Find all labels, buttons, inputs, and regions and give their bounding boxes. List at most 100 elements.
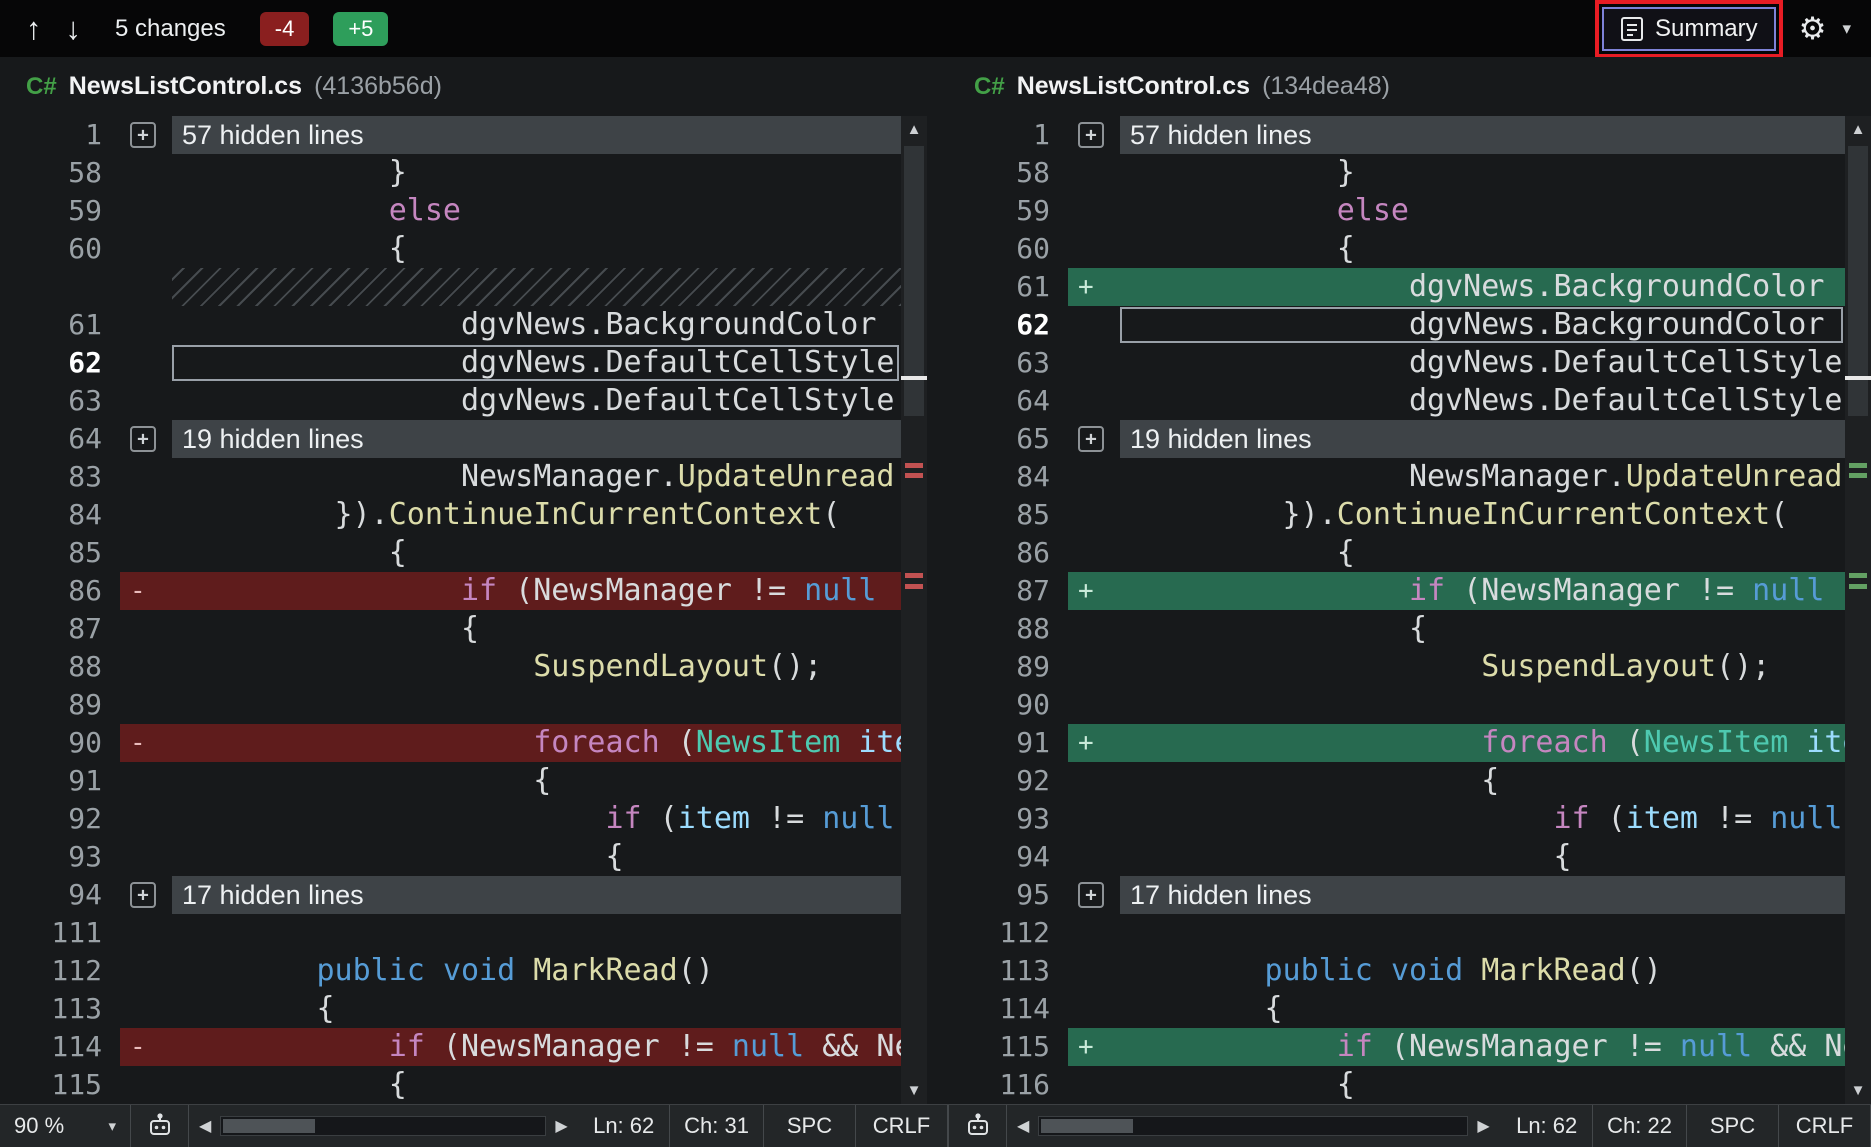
scroll-up-icon[interactable]: ▲	[901, 121, 927, 138]
code-text: {	[172, 990, 901, 1028]
hidden-lines-row[interactable]: 1+57 hidden lines	[948, 116, 1845, 154]
code-line[interactable]: 114 {	[948, 990, 1845, 1028]
code-line[interactable]: 89	[0, 686, 901, 724]
code-line[interactable]: 58 }	[948, 154, 1845, 192]
right-editor[interactable]: 1+57 hidden lines58 }59 else60 {61+ dgvN…	[948, 116, 1871, 1104]
code-line[interactable]: 85 }).ContinueInCurrentContext(	[948, 496, 1845, 534]
code-line[interactable]: 113 {	[0, 990, 901, 1028]
code-line[interactable]: 84 }).ContinueInCurrentContext(	[0, 496, 901, 534]
code-line[interactable]: 91 {	[0, 762, 901, 800]
hidden-lines-row[interactable]: 95+17 hidden lines	[948, 876, 1845, 914]
robot-icon	[147, 1113, 173, 1139]
diff-spacer-row[interactable]	[0, 268, 901, 306]
code-line[interactable]: 86- if (NewsManager != null	[0, 572, 901, 610]
whitespace-mode-indicator[interactable]: SPC	[764, 1105, 856, 1147]
line-number: 84	[0, 496, 120, 534]
code-line[interactable]: 86 {	[948, 534, 1845, 572]
code-line[interactable]: 59 else	[0, 192, 901, 230]
expand-fold-icon[interactable]: +	[1078, 426, 1104, 452]
hscrollbar-thumb[interactable]	[1041, 1119, 1133, 1133]
hscroll-right-icon[interactable]: ▶	[555, 1116, 567, 1136]
code-line[interactable]: 93 if (item != null	[948, 800, 1845, 838]
code-line[interactable]: 61+ dgvNews.BackgroundColor	[948, 268, 1845, 306]
code-line[interactable]: 91+ foreach (NewsItem item	[948, 724, 1845, 762]
code-line[interactable]: 89 SuspendLayout();	[948, 648, 1845, 686]
hidden-lines-row[interactable]: 94+17 hidden lines	[0, 876, 901, 914]
hscroll-left-icon[interactable]: ◀	[1017, 1116, 1029, 1136]
copilot-button[interactable]	[949, 1105, 1007, 1147]
hscroll-right-icon[interactable]: ▶	[1477, 1116, 1489, 1136]
expand-fold-icon[interactable]: +	[130, 426, 156, 452]
code-line[interactable]: 94 {	[948, 838, 1845, 876]
expand-fold-icon[interactable]: +	[130, 882, 156, 908]
code-line[interactable]: 92 if (item != null	[0, 800, 901, 838]
expand-fold-icon[interactable]: +	[1078, 122, 1104, 148]
code-text: {	[1120, 990, 1845, 1028]
hidden-lines-row[interactable]: 65+19 hidden lines	[948, 420, 1845, 458]
eol-mode-indicator[interactable]: CRLF	[856, 1105, 948, 1147]
code-line[interactable]: 87 {	[0, 610, 901, 648]
code-line[interactable]: 114- if (NewsManager != null && New	[0, 1028, 901, 1066]
code-line[interactable]: 60 {	[948, 230, 1845, 268]
code-line[interactable]: 115+ if (NewsManager != null && New	[948, 1028, 1845, 1066]
left-editor[interactable]: 1+57 hidden lines58 }59 else60 { 61 dgvNe…	[0, 116, 948, 1104]
line-number: 92	[948, 762, 1068, 800]
scroll-up-icon[interactable]: ▲	[1845, 121, 1871, 138]
code-text: {	[172, 762, 901, 800]
code-line[interactable]: 59 else	[948, 192, 1845, 230]
left-status-section: 90 % ▾ ◀ ▶ Ln: 62 Ch: 31 SPC CRLF	[0, 1105, 948, 1147]
horizontal-scrollbar[interactable]	[220, 1116, 546, 1136]
hscroll-left-icon[interactable]: ◀	[199, 1116, 211, 1136]
code-line[interactable]: 62 dgvNews.DefaultCellStyle	[0, 344, 901, 382]
scroll-down-icon[interactable]: ▼	[1845, 1082, 1871, 1099]
horizontal-scrollbar[interactable]	[1038, 1116, 1468, 1136]
fold-gutter	[1068, 800, 1120, 838]
code-line[interactable]: 90- foreach (NewsItem item	[0, 724, 901, 762]
vertical-scrollbar[interactable]: ▲ ▼	[1845, 116, 1871, 1104]
code-line[interactable]: 92 {	[948, 762, 1845, 800]
code-line[interactable]: 85 {	[0, 534, 901, 572]
scroll-down-icon[interactable]: ▼	[901, 1082, 927, 1099]
code-line[interactable]: 88 {	[948, 610, 1845, 648]
code-text: public void MarkRead()	[172, 952, 901, 990]
code-line[interactable]: 112	[948, 914, 1845, 952]
code-line[interactable]: 84 NewsManager.UpdateUnread	[948, 458, 1845, 496]
code-line[interactable]: 63 dgvNews.DefaultCellStyle	[0, 382, 901, 420]
code-line[interactable]: 87+ if (NewsManager != null	[948, 572, 1845, 610]
code-line[interactable]: 93 {	[0, 838, 901, 876]
code-line[interactable]: 61 dgvNews.BackgroundColor	[0, 306, 901, 344]
expand-fold-icon[interactable]: +	[130, 122, 156, 148]
code-line[interactable]: 90	[948, 686, 1845, 724]
code-line[interactable]: 62 dgvNews.BackgroundColor	[948, 306, 1845, 344]
code-line[interactable]: 111	[0, 914, 901, 952]
line-number: 89	[948, 648, 1068, 686]
code-line[interactable]: 88 SuspendLayout();	[0, 648, 901, 686]
code-line[interactable]: 58 }	[0, 154, 901, 192]
code-text: if (NewsManager != null && New	[172, 1028, 901, 1066]
diff-marker: +	[1068, 724, 1120, 762]
code-line[interactable]: 60 {	[0, 230, 901, 268]
code-line[interactable]: 83 NewsManager.UpdateUnread	[0, 458, 901, 496]
settings-gear-icon[interactable]: ⚙	[1799, 13, 1827, 44]
summary-button[interactable]: Summary	[1602, 7, 1776, 51]
code-line[interactable]: 116 {	[948, 1066, 1845, 1104]
hidden-lines-row[interactable]: 1+57 hidden lines	[0, 116, 901, 154]
code-line[interactable]: 113 public void MarkRead()	[948, 952, 1845, 990]
zoom-selector[interactable]: 90 % ▾	[0, 1105, 131, 1147]
line-number: 93	[0, 838, 120, 876]
copilot-button[interactable]	[131, 1105, 189, 1147]
next-change-button[interactable]: ↓	[66, 11, 82, 47]
code-line[interactable]: 115 {	[0, 1066, 901, 1104]
settings-dropdown-caret-icon[interactable]: ▾	[1842, 19, 1851, 39]
eol-mode-indicator[interactable]: CRLF	[1779, 1105, 1871, 1147]
hidden-lines-row[interactable]: 64+19 hidden lines	[0, 420, 901, 458]
code-line[interactable]: 112 public void MarkRead()	[0, 952, 901, 990]
hscrollbar-thumb[interactable]	[223, 1119, 315, 1133]
overview-ruler-cursor-mark	[1845, 376, 1871, 380]
vertical-scrollbar[interactable]: ▲ ▼	[901, 116, 927, 1104]
previous-change-button[interactable]: ↑	[26, 11, 42, 47]
whitespace-mode-indicator[interactable]: SPC	[1687, 1105, 1779, 1147]
expand-fold-icon[interactable]: +	[1078, 882, 1104, 908]
code-line[interactable]: 63 dgvNews.DefaultCellStyle	[948, 344, 1845, 382]
code-line[interactable]: 64 dgvNews.DefaultCellStyle	[948, 382, 1845, 420]
